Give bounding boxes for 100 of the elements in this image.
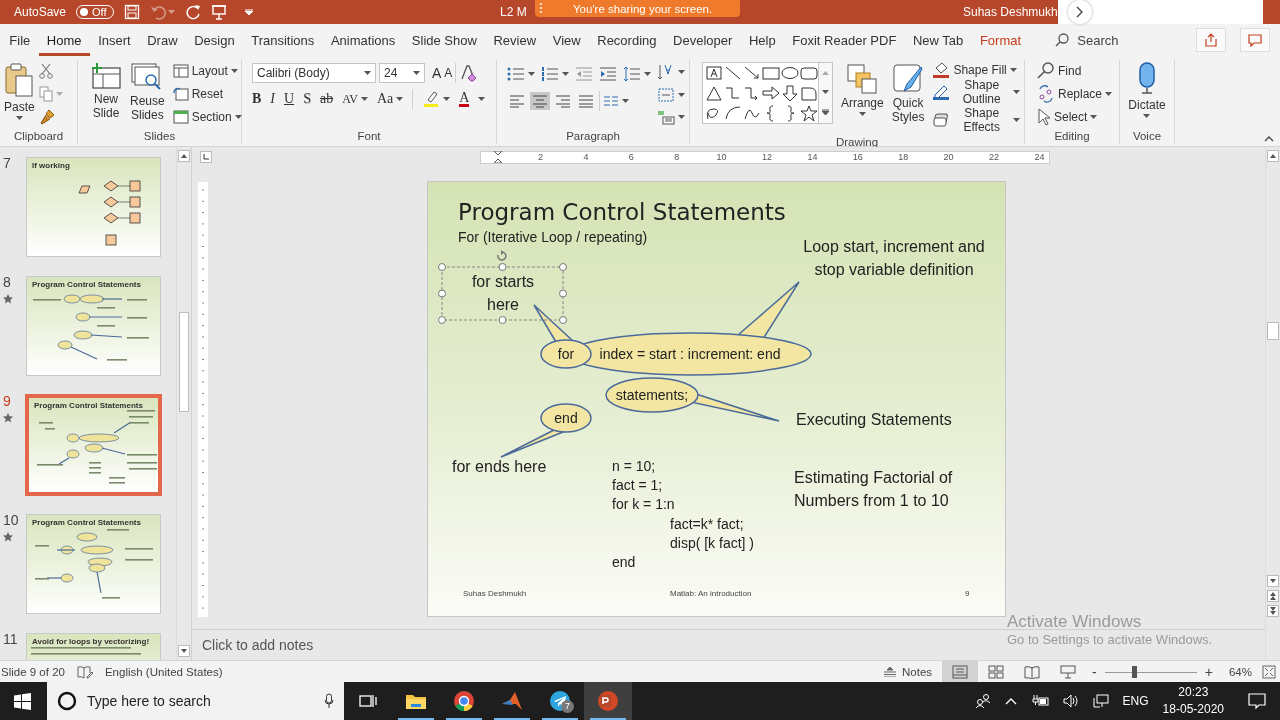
slide-thumbnail[interactable]: Program Control Statements bbox=[26, 276, 161, 376]
font-size-field[interactable]: 24 bbox=[379, 63, 425, 83]
align-text-button[interactable] bbox=[657, 87, 685, 103]
slide-thumbnail[interactable]: If working bbox=[26, 157, 161, 257]
reuse-slides-button[interactable]: Reuse Slides bbox=[130, 60, 165, 128]
bubble-text: for bbox=[557, 346, 575, 362]
slide-thumbnail[interactable]: Program Control Statements bbox=[26, 514, 161, 614]
slide-thumbnail[interactable]: Avoid for loops by vectorizing! bbox=[26, 633, 161, 660]
zoom-slider-thumb[interactable] bbox=[1132, 665, 1138, 678]
ribbon-tab[interactable]: New Tab bbox=[904, 27, 972, 56]
collapse-ribbon-button[interactable] bbox=[1264, 136, 1274, 142]
clear-formatting-button[interactable] bbox=[459, 64, 478, 82]
italic-button[interactable]: I bbox=[270, 91, 275, 107]
rotate-handle-icon[interactable] bbox=[497, 250, 507, 261]
selection-frame[interactable] bbox=[438, 263, 567, 324]
scroll-up-button[interactable] bbox=[178, 150, 190, 162]
present-button[interactable] bbox=[210, 4, 227, 20]
grow-font-button[interactable]: A bbox=[432, 65, 442, 81]
reset-button[interactable]: Reset bbox=[172, 87, 242, 101]
ribbon-tab[interactable]: View bbox=[544, 27, 589, 56]
scrollbar-thumb[interactable] bbox=[1267, 322, 1279, 340]
ribbon-tab[interactable]: Help bbox=[740, 27, 784, 56]
select-button[interactable]: Select bbox=[1037, 107, 1113, 126]
ribbon-tab[interactable]: Developer bbox=[664, 27, 741, 56]
find-button[interactable]: Find bbox=[1037, 62, 1113, 81]
numbering-button[interactable] bbox=[541, 66, 569, 82]
ribbon-tab[interactable]: File bbox=[1, 27, 39, 56]
thumbnail-title: If working bbox=[32, 161, 70, 170]
caret-icon bbox=[443, 97, 451, 101]
paste-button[interactable]: Paste bbox=[4, 60, 35, 128]
columns-button[interactable] bbox=[603, 95, 629, 107]
character-spacing-button[interactable]: AV bbox=[342, 91, 368, 107]
line-spacing-button[interactable] bbox=[623, 66, 651, 82]
slide-thumbnail[interactable]: Program Control Statements bbox=[26, 395, 161, 495]
horizontal-ruler[interactable]: 2 4 6 8 10 12 14 16 18 20 22 24 bbox=[480, 150, 1050, 164]
ribbon-tab[interactable]: Format bbox=[971, 27, 1030, 56]
replace-button[interactable]: Replace bbox=[1037, 85, 1113, 103]
caret-icon bbox=[678, 115, 685, 119]
scroll-up-button[interactable] bbox=[1267, 150, 1279, 162]
redo-button[interactable] bbox=[184, 4, 201, 20]
next-slide-button[interactable] bbox=[1267, 605, 1279, 617]
fit-window-icon bbox=[1262, 664, 1276, 679]
align-left-icon bbox=[509, 94, 525, 108]
zoom-in-button[interactable]: + bbox=[1202, 661, 1219, 682]
dictate-button[interactable]: Dictate bbox=[1128, 60, 1166, 128]
ribbon-tab[interactable]: Transitions bbox=[242, 27, 323, 56]
shape-effects-button[interactable]: Shape Effects bbox=[932, 106, 1020, 134]
ruler-number: 22 bbox=[989, 150, 999, 164]
shape-outline-button[interactable]: Shape Outline bbox=[932, 78, 1020, 106]
caret-down-icon bbox=[1270, 577, 1276, 585]
zoom-out-button[interactable]: - bbox=[1086, 661, 1099, 682]
new-slide-button[interactable]: New Slide bbox=[90, 60, 122, 128]
ribbon-tab[interactable]: Slide Show bbox=[403, 27, 486, 56]
caret-icon bbox=[1009, 68, 1017, 72]
ribbon-tab[interactable]: Foxit Reader PDF bbox=[784, 27, 905, 56]
quick-styles-button[interactable]: Quick Styles bbox=[891, 62, 925, 134]
font-color-button[interactable]: A bbox=[459, 91, 470, 107]
ribbon-tab[interactable]: Animations bbox=[322, 27, 404, 56]
smartart-button[interactable] bbox=[657, 109, 685, 125]
taskbar-search-field[interactable]: Type here to search bbox=[47, 682, 344, 720]
zoom-percent[interactable]: 64% bbox=[1218, 665, 1258, 678]
thumbnail-title: Program Control Statements bbox=[32, 280, 141, 289]
taskbar-app-button[interactable]: 7 bbox=[536, 682, 584, 720]
cortana-icon bbox=[57, 691, 77, 711]
tab-selector[interactable] bbox=[200, 151, 212, 163]
highlight-button[interactable] bbox=[422, 90, 451, 108]
share-button[interactable] bbox=[1196, 28, 1226, 52]
search-field[interactable]: Search bbox=[1049, 31, 1125, 49]
underline-button[interactable]: U bbox=[284, 91, 295, 107]
font-name-field[interactable]: Calibri (Body) bbox=[252, 63, 376, 83]
customize-button[interactable] bbox=[244, 9, 253, 15]
shape-fill-button[interactable]: Shape Fill bbox=[932, 62, 1020, 78]
shrink-font-button[interactable]: A bbox=[444, 66, 453, 80]
slide-number: 7 bbox=[3, 155, 11, 171]
ribbon-tab[interactable]: Insert bbox=[89, 27, 139, 56]
notes-button[interactable]: Notes bbox=[874, 661, 943, 682]
scrollbar-thumb[interactable] bbox=[179, 312, 189, 412]
comments-button[interactable] bbox=[1240, 28, 1270, 52]
section-button[interactable]: Section bbox=[172, 109, 242, 124]
arrange-button[interactable]: Arrange bbox=[841, 62, 884, 134]
scroll-down-button[interactable] bbox=[178, 645, 190, 657]
bullets-button[interactable] bbox=[507, 66, 535, 82]
ribbon-tab[interactable]: Draw bbox=[138, 27, 186, 56]
gallery-scrollbar[interactable] bbox=[819, 62, 833, 124]
text-direction-button[interactable] bbox=[657, 63, 685, 81]
projector-screen-icon bbox=[1060, 664, 1077, 679]
strikethrough-button[interactable]: ab bbox=[319, 91, 334, 107]
view-button[interactable] bbox=[942, 661, 979, 682]
save-button[interactable] bbox=[123, 4, 140, 20]
shadow-button[interactable]: S bbox=[303, 91, 311, 107]
scroll-down-button[interactable] bbox=[1267, 575, 1279, 587]
change-case-button[interactable]: Aa bbox=[376, 91, 404, 107]
previous-slide-button[interactable] bbox=[1267, 590, 1279, 602]
increase-indent-button[interactable] bbox=[599, 66, 617, 82]
ribbon-tab[interactable]: Review bbox=[485, 27, 545, 56]
bold-button[interactable]: B bbox=[252, 91, 262, 107]
ribbon-tab[interactable]: Design bbox=[185, 27, 243, 56]
ribbon-tab[interactable]: Recording bbox=[588, 27, 665, 56]
layout-button[interactable]: Layout bbox=[172, 64, 242, 79]
taskbar-app-button[interactable] bbox=[584, 682, 632, 720]
